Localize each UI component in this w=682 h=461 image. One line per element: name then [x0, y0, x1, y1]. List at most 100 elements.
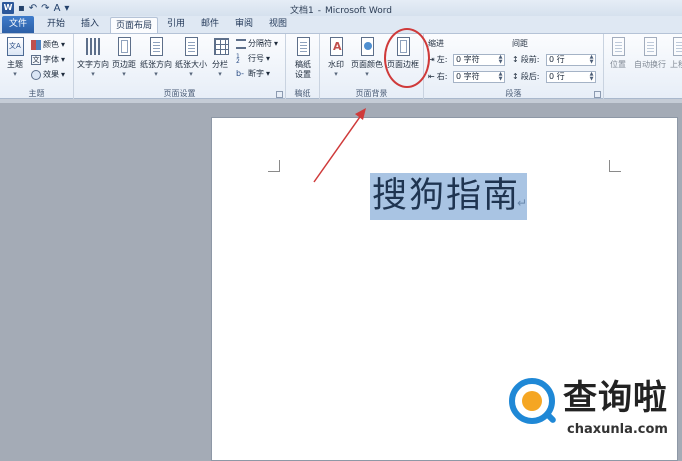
chevron-down-icon: ▾ — [61, 70, 66, 79]
chevron-down-icon: ▾ — [365, 70, 369, 78]
chevron-down-icon: ▾ — [218, 70, 222, 78]
indent-left-label: 左: — [436, 55, 448, 64]
spacing-after-label: 段后: — [520, 72, 540, 81]
dialog-launcher-icon[interactable] — [276, 91, 283, 98]
site-watermark: 查询啦 chaxunla.com — [505, 378, 675, 446]
hyphenation-label: 断字 — [248, 69, 264, 78]
tab-file[interactable]: 文件 — [2, 16, 34, 33]
draft-paper-label-1: 稿纸 — [295, 60, 311, 69]
fonts-icon: 文 — [31, 55, 41, 65]
indent-title: 缩进 — [428, 39, 444, 48]
themes-button-label: 主题 — [7, 60, 23, 69]
paragraph-mark: ↵ — [517, 196, 528, 210]
highlight-circle — [384, 28, 430, 88]
indent-left-value: 0 字符 — [456, 55, 480, 64]
spin-icon[interactable]: ▲ ▼ — [497, 72, 504, 82]
annotation-arrow — [313, 108, 366, 183]
hyphenation-button[interactable]: b- 断字 ▾ — [236, 68, 270, 80]
theme-effects-label: 效果 — [43, 70, 59, 79]
indent-right-input[interactable]: 0 字符 ▲ ▼ — [453, 71, 505, 83]
bring-forward-icon — [673, 37, 682, 56]
margins-icon — [118, 37, 131, 56]
spacing-before-label: 段前: — [520, 55, 540, 64]
line-numbers-button[interactable]: 12 行号 ▾ — [236, 53, 270, 65]
chevron-down-icon: ▾ — [189, 70, 193, 78]
chevron-down-icon: ▾ — [334, 70, 338, 78]
orientation-button[interactable]: 纸张方向 ▾ — [139, 36, 173, 78]
tab-page-layout[interactable]: 页面布局 — [110, 17, 158, 34]
theme-fonts-button[interactable]: 文 字体 ▾ — [31, 54, 65, 66]
wrap-text-label: 自动换行 — [634, 60, 666, 69]
indent-left-row: ⇥ 左: — [428, 54, 447, 66]
tab-view[interactable]: 视图 — [264, 16, 292, 33]
ribbon-tabs: 文件 开始 插入 页面布局 引用 邮件 审阅 视图 — [0, 16, 682, 34]
page-color-icon — [361, 37, 374, 56]
indent-left-input[interactable]: 0 字符 ▲ ▼ — [453, 54, 505, 66]
document-text[interactable]: 搜狗指南 — [372, 176, 520, 216]
indent-right-label: 右: — [436, 72, 448, 81]
bring-forward-label: 上移 — [670, 60, 682, 69]
hyphenation-icon: b- — [236, 69, 244, 78]
draft-paper-group-label: 稿纸 — [294, 89, 311, 98]
bring-forward-button[interactable]: 上移 — [668, 36, 682, 70]
chevron-down-icon: ▾ — [154, 70, 158, 78]
size-button[interactable]: 纸张大小 ▾ — [174, 36, 208, 78]
theme-effects-button[interactable]: 效果 ▾ — [31, 69, 65, 81]
colors-icon — [31, 40, 41, 50]
chevron-down-icon: ▾ — [13, 70, 17, 78]
position-button[interactable]: 位置 — [606, 36, 630, 70]
themes-icon — [7, 37, 24, 56]
spacing-before-icon: ↕ — [512, 55, 519, 64]
spacing-after-row: ↕ 段后: — [512, 71, 539, 83]
columns-icon — [214, 38, 229, 55]
tab-mailings[interactable]: 邮件 — [196, 16, 224, 33]
spin-icon[interactable]: ▲ ▼ — [497, 55, 504, 65]
spacing-after-icon: ↕ — [512, 72, 519, 81]
margins-button[interactable]: 页边距 ▾ — [110, 36, 138, 78]
draft-paper-label-2: 设置 — [295, 70, 311, 79]
breaks-button[interactable]: 分隔符 ▾ — [236, 38, 278, 50]
draft-paper-button[interactable]: 稿纸 设置 — [289, 36, 317, 80]
position-label: 位置 — [610, 60, 626, 69]
page-color-button[interactable]: 页面颜色 ▾ — [350, 36, 384, 78]
chevron-down-icon: ▾ — [266, 69, 271, 78]
chevron-down-icon: ▾ — [274, 39, 279, 48]
theme-colors-button[interactable]: 颜色 ▾ — [31, 39, 65, 51]
title-separator: - — [317, 6, 322, 16]
text-direction-label: 文字方向 — [77, 60, 109, 69]
wrap-text-icon — [644, 37, 657, 56]
tab-home[interactable]: 开始 — [42, 16, 70, 33]
line-numbers-icon: 12 — [236, 53, 240, 65]
effects-icon — [31, 70, 41, 80]
themes-button[interactable]: 主题 ▾ — [2, 36, 28, 78]
breaks-label: 分隔符 — [248, 39, 272, 48]
paragraph-group: 缩进 ⇥ 左: 0 字符 ▲ ▼ ⇤ 右: 0 字符 ▲ ▼ 间距 ↕ 段前: 0 … — [424, 34, 604, 100]
columns-button[interactable]: 分栏 ▾ — [210, 36, 230, 78]
indent-right-row: ⇤ 右: — [428, 71, 447, 83]
dialog-launcher-icon[interactable] — [594, 91, 601, 98]
text-direction-button[interactable]: 文字方向 ▾ — [76, 36, 110, 78]
watermark-brand-cn: 查询啦 — [563, 378, 668, 418]
spacing-after-input[interactable]: 0 行 ▲ ▼ — [546, 71, 596, 83]
spin-icon[interactable]: ▲ ▼ — [588, 72, 595, 82]
margin-corner-top-left — [268, 160, 280, 172]
watermark-button[interactable]: 水印 ▾ — [323, 36, 349, 78]
title-bar: W ▪ ↶ ↷ A ▾ 文档1- Microsoft Word — [0, 0, 682, 16]
tab-review[interactable]: 审阅 — [230, 16, 258, 33]
theme-colors-label: 颜色 — [43, 40, 59, 49]
spacing-before-input[interactable]: 0 行 ▲ ▼ — [546, 54, 596, 66]
wrap-text-button[interactable]: 自动换行 — [632, 36, 668, 70]
breaks-icon — [236, 39, 246, 49]
tab-insert[interactable]: 插入 — [76, 16, 104, 33]
themes-group-label: 主题 — [28, 89, 45, 98]
margins-label: 页边距 — [112, 60, 136, 69]
watermark-label: 水印 — [328, 60, 344, 69]
page-size-label: 纸张大小 — [175, 60, 207, 69]
line-numbers-label: 行号 — [248, 54, 264, 63]
spin-icon[interactable]: ▲ ▼ — [588, 55, 595, 65]
document-name: 文档1 — [290, 6, 314, 16]
margin-corner-top-right — [609, 160, 621, 172]
orientation-label: 纸张方向 — [140, 60, 172, 69]
tab-references[interactable]: 引用 — [162, 16, 190, 33]
orientation-icon — [150, 37, 163, 56]
